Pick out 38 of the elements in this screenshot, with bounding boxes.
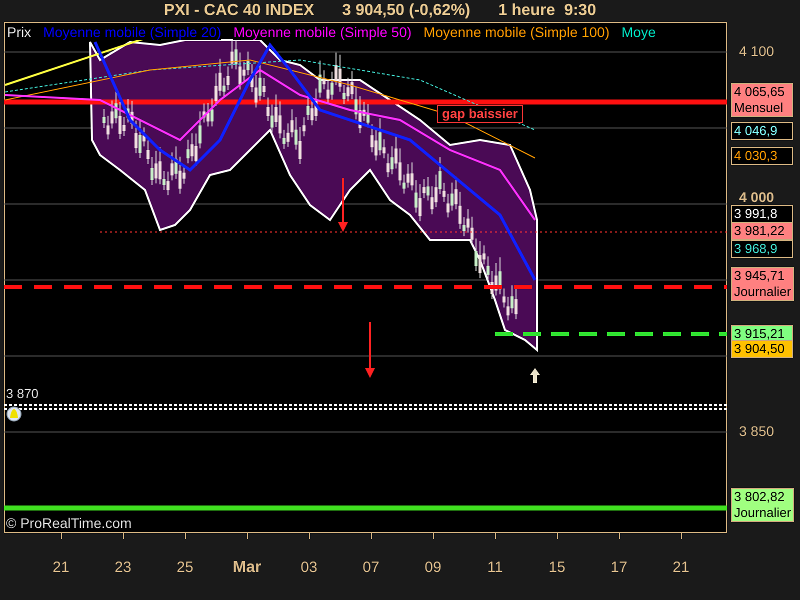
price-label: 3 991,8	[731, 205, 793, 223]
y-axis-label: 4 000	[739, 189, 774, 205]
legend-item: Moye	[622, 24, 656, 40]
legend-item: Moyenne mobile (Simple 100)	[424, 24, 610, 40]
price-label: 4 065,65 Mensuel	[731, 83, 793, 117]
x-axis-label: 09	[424, 559, 442, 576]
y-axis-label: 3 850	[739, 423, 774, 439]
x-axis-label: 23	[114, 559, 132, 576]
x-axis-label: 03	[300, 559, 318, 576]
x-axis-label: 11	[487, 559, 503, 576]
copyright-text: © ProRealTime.com	[6, 515, 132, 531]
legend-item: Moyenne mobile (Simple 50)	[233, 24, 412, 40]
instrument-name: PXI - CAC 40 INDEX	[164, 2, 314, 20]
legend-item: Moyenne mobile (Simple 20)	[43, 24, 222, 40]
x-axis-label: Mar	[232, 559, 262, 577]
x-axis-label: 21	[672, 559, 690, 576]
price-label: 3 802,82 Journalier	[731, 488, 794, 522]
price-label: 3 981,22	[731, 222, 793, 240]
price-label: 3 904,50	[731, 340, 793, 358]
x-axis-label: 15	[548, 559, 566, 576]
down-arrow-icon	[365, 322, 375, 378]
alert-level: 3 870	[6, 386, 39, 401]
x-axis-label: 07	[362, 559, 380, 576]
bell-icon[interactable]	[6, 406, 22, 422]
timeframe: 1 heure 9:30	[498, 2, 596, 20]
x-axis-label: 21	[52, 559, 70, 576]
y-axis-label: 4 100	[739, 43, 774, 59]
x-axis-label: 17	[610, 559, 628, 576]
legend-item: Prix	[7, 24, 32, 40]
up-arrow-icon	[530, 368, 540, 383]
down-arrow-icon	[338, 178, 348, 232]
last-price: 3 904,50 (-0,62%)	[342, 2, 470, 20]
chart-annotation: gap baissier	[437, 105, 523, 123]
price-label: 3 945,71 Journalier	[731, 267, 794, 301]
price-label: 4 046,9	[731, 122, 793, 140]
x-axis-label: 25	[176, 559, 194, 576]
price-label: 3 968,9	[731, 240, 793, 258]
price-label: 4 030,3	[731, 147, 793, 165]
